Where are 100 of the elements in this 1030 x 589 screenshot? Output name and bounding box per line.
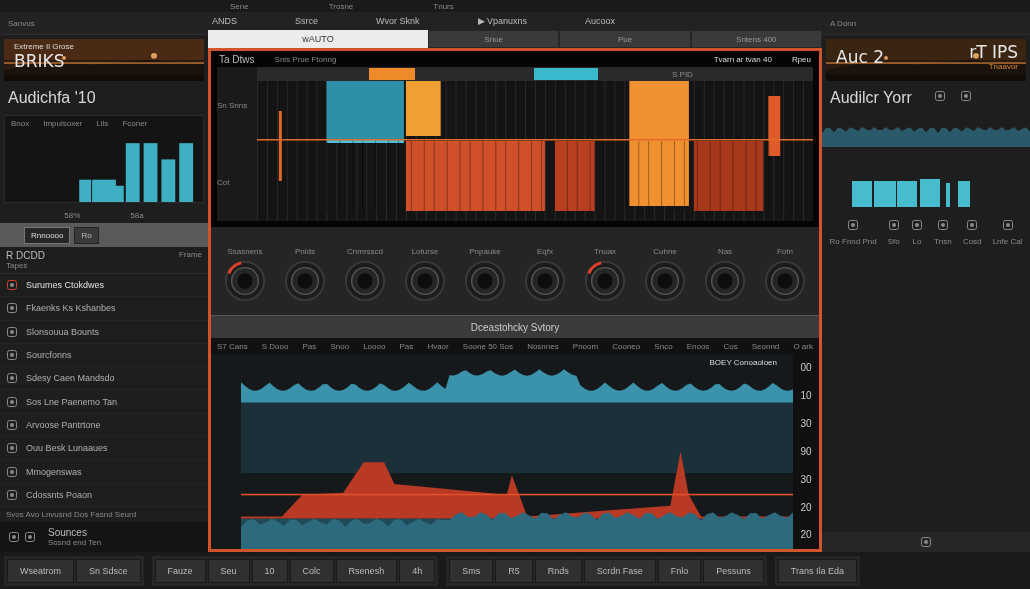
track-header-label[interactable]: Hvaor bbox=[427, 341, 449, 351]
tab[interactable]: ▶ Vpanuxns bbox=[477, 16, 528, 26]
control-icon bbox=[887, 219, 900, 231]
knob-label: Nas bbox=[717, 246, 733, 256]
control-icon bbox=[966, 219, 979, 231]
region-marker[interactable] bbox=[534, 68, 598, 80]
tab[interactable]: Wvor Sknk bbox=[376, 16, 420, 26]
editor-title: Ta Dtws bbox=[219, 53, 255, 65]
track-header-label[interactable]: Cooneo bbox=[612, 341, 641, 351]
field-button[interactable]: Snue bbox=[428, 30, 560, 48]
list-item[interactable]: Cdossnts Poaon bbox=[0, 483, 208, 507]
toolbar-button[interactable]: Pessuns bbox=[703, 558, 764, 583]
list-item[interactable]: Ouu Besk Lunaaues bbox=[0, 437, 208, 461]
control-icon bbox=[1001, 219, 1014, 231]
region-label: S PID bbox=[672, 69, 693, 79]
toolbar-button[interactable]: Ro bbox=[74, 226, 99, 244]
field-button[interactable]: Sntens 400 bbox=[690, 30, 822, 48]
toolbar-button[interactable]: Sn Sdsce bbox=[76, 558, 141, 583]
readout: 58% bbox=[64, 210, 81, 220]
track-header-label[interactable]: Pas bbox=[399, 341, 414, 351]
tab[interactable]: Aucoox bbox=[585, 16, 616, 26]
track-header-label[interactable]: Pnoom bbox=[572, 341, 599, 351]
knob-label: Pnlds bbox=[295, 246, 315, 256]
knob[interactable] bbox=[224, 259, 266, 302]
meter-label: Impulsoxer bbox=[43, 119, 83, 128]
track-header-label[interactable]: Snco bbox=[654, 341, 673, 351]
toolbar-button[interactable]: Sms bbox=[449, 558, 494, 583]
track-header-label[interactable]: Snoo bbox=[330, 341, 350, 351]
menu-item[interactable]: Sene bbox=[230, 1, 249, 11]
toolbar-button[interactable]: Fnlo bbox=[657, 558, 702, 583]
scale-label: 20 bbox=[800, 529, 812, 541]
knob[interactable] bbox=[644, 259, 686, 302]
tab[interactable]: ANDS bbox=[212, 16, 237, 26]
icon-label: Tnsn bbox=[934, 237, 952, 246]
tab[interactable]: Ssrce bbox=[295, 16, 319, 26]
banner-caption: Extreme Il Grose bbox=[14, 42, 74, 51]
list-item[interactable]: Sos Lne Paenemo Tan bbox=[0, 390, 208, 414]
toolbar-button[interactable]: Rsenesh bbox=[335, 558, 398, 583]
region-marker[interactable] bbox=[369, 68, 415, 80]
scale-label: 90 bbox=[800, 445, 812, 457]
knob-label: Tnuax bbox=[593, 246, 617, 256]
track-label: Cot bbox=[217, 178, 231, 187]
knob[interactable] bbox=[704, 259, 746, 302]
menu-item[interactable]: Trosne bbox=[328, 1, 354, 11]
toolbar-button[interactable]: Fauze bbox=[154, 558, 206, 583]
list-item[interactable]: Slonsouua Bounts bbox=[0, 320, 208, 344]
list-item[interactable]: Surumes Ctokdwes bbox=[0, 274, 208, 298]
toolbar-button[interactable]: Rnds bbox=[534, 558, 582, 583]
knob-label: Ssasnens bbox=[227, 246, 263, 256]
toolbar-button[interactable]: Trans Ila Eda bbox=[777, 558, 857, 583]
track-title: BOEY Conoaoloen bbox=[709, 358, 777, 367]
track-header-label[interactable]: S Dooo bbox=[261, 341, 289, 351]
panel-title: A Donn bbox=[830, 18, 857, 28]
menu-item[interactable]: Tnurs bbox=[433, 1, 454, 11]
toolbar-button[interactable]: 4h bbox=[399, 558, 436, 583]
app-title: Audilcr Yorr bbox=[829, 88, 913, 108]
track-header-label[interactable]: Loooo bbox=[363, 341, 386, 351]
editor-menu[interactable]: Rpeu bbox=[791, 54, 811, 64]
meter-label: Lils bbox=[96, 119, 109, 128]
icon-label: Sfo bbox=[887, 237, 900, 246]
knob-label: Cuhne bbox=[653, 246, 677, 256]
scale-label: 10 bbox=[800, 390, 812, 402]
knob[interactable] bbox=[764, 259, 806, 302]
list-footer: Svos Avo Lnvusnd Dos Fasnd Seurd bbox=[0, 506, 208, 522]
section-title: Dceastohcky Svtory bbox=[470, 321, 560, 333]
track-header-label[interactable]: Nosnnes bbox=[527, 341, 559, 351]
list-item[interactable]: Sdesy Caen Mandsdo bbox=[0, 367, 208, 391]
toolbar-button[interactable]: Wseatrom bbox=[7, 558, 74, 583]
icon-label: Ro Fnnd Pnd bbox=[829, 237, 877, 246]
knob[interactable] bbox=[404, 259, 446, 302]
text-field[interactable]: wAUTO bbox=[208, 30, 428, 48]
list-subheader: Tapes bbox=[6, 261, 29, 270]
list-item[interactable]: Fkaenks Ks Kshanbes bbox=[0, 297, 208, 321]
track-header-label[interactable]: S7 Cans bbox=[217, 341, 248, 351]
knob[interactable] bbox=[284, 259, 326, 302]
scale-label: 30 bbox=[800, 473, 812, 485]
toolbar-button[interactable]: Rnnoooo bbox=[24, 226, 71, 244]
track-header-label[interactable]: Enoos bbox=[686, 341, 710, 351]
knob[interactable] bbox=[464, 259, 506, 302]
toolbar-button[interactable]: Colc bbox=[289, 558, 334, 583]
toolbar-button[interactable]: Scrdn Fase bbox=[583, 558, 656, 583]
knob[interactable] bbox=[524, 259, 566, 302]
meter-label: Fconer bbox=[122, 119, 148, 128]
list-item[interactable]: Mmogenswas bbox=[0, 460, 208, 484]
track-header-label[interactable]: Seonnd bbox=[751, 341, 780, 351]
list-item[interactable]: Arvoose Pantrtone bbox=[0, 413, 208, 438]
knob[interactable] bbox=[344, 259, 386, 302]
app-title: Audichfa '10 bbox=[7, 88, 97, 108]
toolbar-button[interactable]: 10 bbox=[251, 558, 288, 583]
list-item[interactable]: Sourcfonns bbox=[0, 343, 208, 368]
field-button[interactable]: Pue bbox=[559, 30, 691, 48]
toolbar-button[interactable]: Seu bbox=[207, 558, 250, 583]
track-header-label[interactable]: Soone 50 Sos bbox=[462, 341, 514, 351]
readout: 58a bbox=[130, 210, 144, 220]
track-header-label[interactable]: O ark bbox=[793, 341, 813, 351]
track-header-label[interactable]: Cos bbox=[723, 341, 738, 351]
toolbar-button[interactable]: R5 bbox=[495, 558, 533, 583]
knob[interactable] bbox=[584, 259, 626, 302]
track-header-label[interactable]: Pas bbox=[302, 341, 317, 351]
track-label: Sn Snns bbox=[217, 101, 249, 110]
